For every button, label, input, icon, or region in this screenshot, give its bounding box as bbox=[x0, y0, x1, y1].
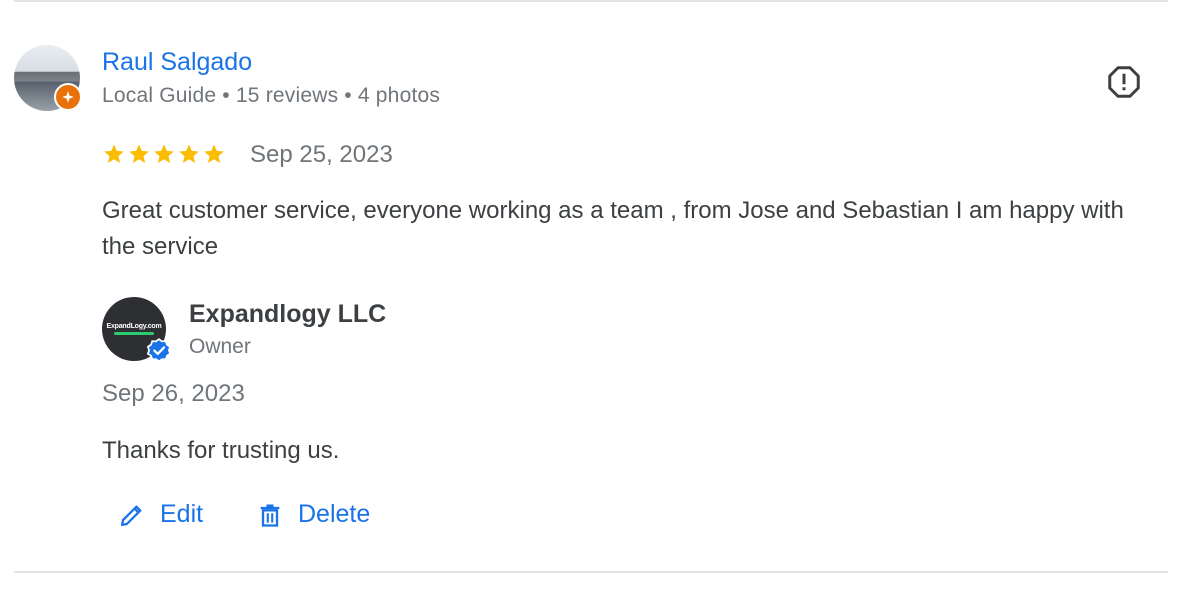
top-divider bbox=[14, 0, 1168, 2]
edit-label: Edit bbox=[160, 500, 204, 528]
reviewer-meta: Local Guide • 15 reviews • 4 photos bbox=[102, 84, 441, 107]
reviewer-avatar[interactable] bbox=[14, 45, 82, 111]
review-date: Sep 25, 2023 bbox=[250, 141, 393, 168]
verified-badge-icon bbox=[146, 338, 172, 363]
owner-logo-text: ExpandLogy.com bbox=[106, 323, 162, 330]
star-icon bbox=[154, 144, 174, 163]
star-icon bbox=[129, 144, 149, 163]
report-icon bbox=[1108, 66, 1140, 98]
owner-role: Owner bbox=[189, 335, 251, 358]
trash-icon bbox=[260, 504, 280, 527]
review-text: Great customer service, everyone working… bbox=[102, 197, 1124, 260]
star-icon bbox=[179, 144, 199, 163]
delete-reply-button[interactable]: Delete bbox=[256, 500, 370, 529]
edit-reply-button[interactable]: Edit bbox=[118, 500, 203, 529]
owner-name: Expandlogy LLC bbox=[189, 300, 387, 328]
reply-text: Thanks for trusting us. bbox=[102, 437, 340, 464]
star-icon bbox=[204, 144, 224, 163]
owner-logo-bar bbox=[114, 332, 154, 335]
report-review-button[interactable] bbox=[1104, 62, 1144, 102]
reviewer-name[interactable]: Raul Salgado bbox=[102, 48, 252, 77]
pencil-icon bbox=[120, 505, 142, 526]
delete-label: Delete bbox=[298, 500, 371, 528]
star-icon bbox=[104, 144, 124, 163]
reply-date: Sep 26, 2023 bbox=[102, 380, 245, 407]
local-guide-badge-icon bbox=[54, 83, 82, 111]
bottom-divider bbox=[14, 571, 1168, 573]
star-rating bbox=[102, 142, 226, 166]
